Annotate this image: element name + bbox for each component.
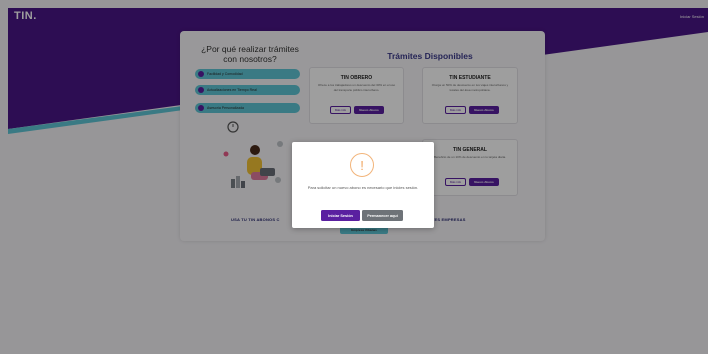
modal-message: Para solicitar un nuevo abono es necesar… [307, 185, 419, 190]
stay-here-button[interactable]: Permanecer aquí [362, 210, 403, 221]
warning-icon: ! [350, 153, 374, 177]
login-button[interactable]: Iniciar Sesión [321, 210, 360, 221]
page-frame: TIN. Iniciar Sesión ¿Por qué realizar tr… [0, 0, 708, 354]
login-required-modal: ! Para solicitar un nuevo abono es neces… [292, 142, 434, 228]
